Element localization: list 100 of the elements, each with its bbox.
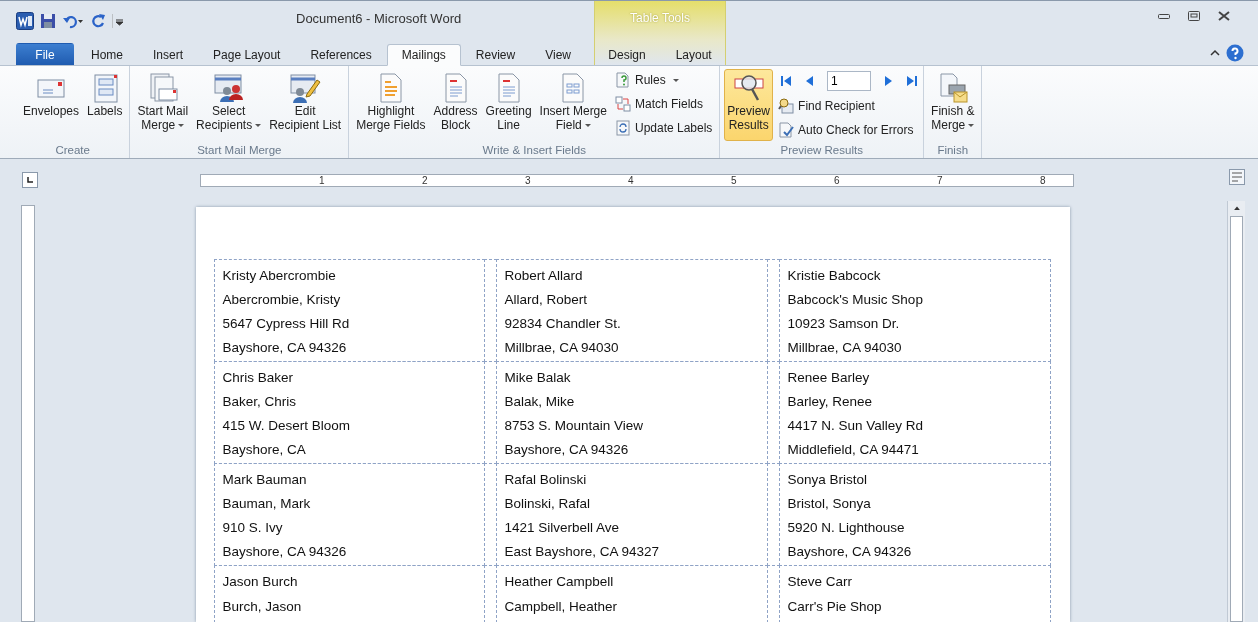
- ribbon-tab[interactable]: Mailings: [386, 44, 461, 66]
- address-line: Robert Allard: [504, 266, 584, 285]
- ribbon-button[interactable]: Finish & Merge: [928, 69, 978, 141]
- address-line: Carr's Pie Shop: [787, 598, 883, 616]
- ribbon-button[interactable]: Start Mail Merge: [134, 69, 192, 141]
- window-title: Document6 - Microsoft Word: [296, 10, 462, 26]
- group-label: Create: [54, 143, 91, 158]
- undo-icon[interactable]: [62, 13, 84, 29]
- ribbon-button[interactable]: Edit Recipient List: [266, 69, 345, 141]
- ruler-number: 7: [937, 174, 943, 186]
- close-icon[interactable]: [1218, 11, 1230, 21]
- address-line: Mark Bauman: [222, 470, 308, 489]
- address-line: Bayshore, CA: [222, 440, 307, 459]
- ribbon-button[interactable]: Rules: [611, 69, 716, 91]
- group-label: Finish: [936, 143, 970, 158]
- ribbon-tab[interactable]: Page Layout: [198, 43, 296, 65]
- ruler-number: 4: [628, 174, 634, 186]
- context-title: Table Tools: [630, 11, 690, 25]
- address-line: 910 S. Ivy: [222, 518, 284, 537]
- help-icon[interactable]: [1226, 44, 1244, 62]
- address-line: 10923 Samson Dr.: [787, 314, 901, 333]
- address-line: Bayshore, CA 94326: [504, 440, 630, 459]
- ribbon-tab[interactable]: Review: [460, 43, 531, 65]
- address-line: 8753 S. Mountain View: [504, 416, 645, 435]
- ribbon-button[interactable]: Auto Check for Errors: [775, 119, 920, 141]
- ribbon-button[interactable]: Labels: [84, 69, 126, 141]
- ribbon-button[interactable]: Highlight Merge Fields: [353, 69, 429, 141]
- people-grid-icon: [212, 72, 245, 104]
- ribbon-button[interactable]: Address Block: [430, 69, 481, 141]
- group-label: Preview Results: [779, 143, 864, 158]
- address-line: Baker, Chris: [222, 392, 298, 411]
- ruler-number: 5: [731, 174, 737, 186]
- redo-icon[interactable]: [90, 13, 106, 29]
- first-record-button[interactable]: [779, 74, 794, 88]
- restore-icon[interactable]: [1188, 11, 1200, 21]
- ruler-number: 2: [422, 174, 428, 186]
- address-line: Renee Barley: [787, 368, 871, 387]
- ruler-number: 1: [319, 174, 325, 186]
- find-icon: [778, 98, 795, 114]
- last-record-button[interactable]: [905, 74, 920, 88]
- address-line: 4417 N. Sun Valley Rd: [787, 416, 925, 435]
- address-line: Bauman, Mark: [222, 494, 312, 513]
- scroll-thumb[interactable]: [1230, 216, 1243, 622]
- ribbon-button[interactable]: Update Labels: [611, 117, 716, 139]
- address-line: Bristol, Sonya: [787, 494, 872, 513]
- customize-menu-icon[interactable]: [112, 13, 124, 29]
- address-line: Bayshore, CA 94326: [787, 542, 913, 561]
- group-label: Start Mail Merge: [196, 143, 283, 158]
- ribbon-tab[interactable]: Home: [76, 43, 138, 65]
- tab-selector-button[interactable]: [22, 172, 38, 188]
- address-line: Campbell, Heather: [504, 598, 619, 616]
- address-line: Babcock's Music Shop: [787, 290, 924, 309]
- address-line: Abercrombie, Kristy: [222, 290, 342, 309]
- address-line: Chris Baker: [222, 368, 295, 387]
- ribbon-tab[interactable]: View: [530, 43, 586, 65]
- address-line: Bayshore, CA 94326: [222, 338, 348, 357]
- match-fields-icon: [614, 96, 631, 112]
- address-line: Burch, Jason: [222, 598, 303, 616]
- ribbon-button[interactable]: Find Recipient: [775, 95, 920, 117]
- group-label: Write & Insert Fields: [481, 143, 587, 158]
- ribbon-tab[interactable]: Design: [593, 43, 661, 65]
- address-line: 1421 Silverbell Ave: [504, 518, 621, 537]
- address-line: 415 W. Desert Bloom: [222, 416, 352, 435]
- ruler-number: 3: [525, 174, 531, 186]
- ribbon-tab[interactable]: References: [295, 43, 387, 65]
- record-number-field[interactable]: 1: [827, 71, 872, 91]
- address-line: Sonya Bristol: [787, 470, 869, 489]
- address-line: East Bayshore, CA 94327: [504, 542, 661, 561]
- address-line: Middlefield, CA 94471: [787, 440, 920, 459]
- address-line: Kristy Abercrombie: [222, 266, 337, 285]
- address-line: Bayshore, CA 94326: [222, 542, 348, 561]
- ruler-number: 6: [834, 174, 840, 186]
- address-line: Heather Campbell: [504, 572, 615, 591]
- address-line: Bolinski, Rafal: [504, 494, 592, 513]
- ribbon-tab[interactable]: File: [16, 43, 74, 65]
- address-line: Jason Burch: [222, 572, 299, 591]
- word-logo-icon: [16, 12, 34, 30]
- ribbon-tab[interactable]: Insert: [138, 43, 199, 65]
- list-pencil-icon: [289, 72, 322, 104]
- address-line: 5920 N. Lighthouse: [787, 518, 906, 537]
- address-line: Rafal Bolinski: [504, 470, 588, 489]
- address-line: Allard, Robert: [504, 290, 589, 309]
- address-line: Steve Carr: [787, 572, 854, 591]
- address-line: Balak, Mike: [504, 392, 576, 411]
- ribbon-button[interactable]: Preview Results: [724, 69, 774, 141]
- ribbon-button[interactable]: Envelopes: [20, 69, 83, 141]
- view-ruler-icon[interactable]: [1229, 169, 1245, 185]
- ribbon-button[interactable]: Insert Merge Field: [536, 69, 610, 141]
- ribbon-button[interactable]: Match Fields: [611, 93, 716, 115]
- ribbon-tab[interactable]: Layout: [660, 43, 727, 65]
- ribbon-button[interactable]: Select Recipients: [193, 69, 265, 141]
- save-icon[interactable]: [40, 13, 56, 29]
- refresh-document-icon: [614, 120, 631, 136]
- address-line: Barley, Renee: [787, 392, 874, 411]
- collapse-ribbon-icon[interactable]: [1210, 49, 1220, 57]
- ribbon-button[interactable]: Greeting Line: [482, 69, 535, 141]
- address-line: 5647 Cypress Hill Rd: [222, 314, 351, 333]
- minimize-icon[interactable]: [1158, 12, 1170, 20]
- address-line: Kristie Babcock: [787, 266, 882, 285]
- ruler-number: 8: [1040, 174, 1046, 186]
